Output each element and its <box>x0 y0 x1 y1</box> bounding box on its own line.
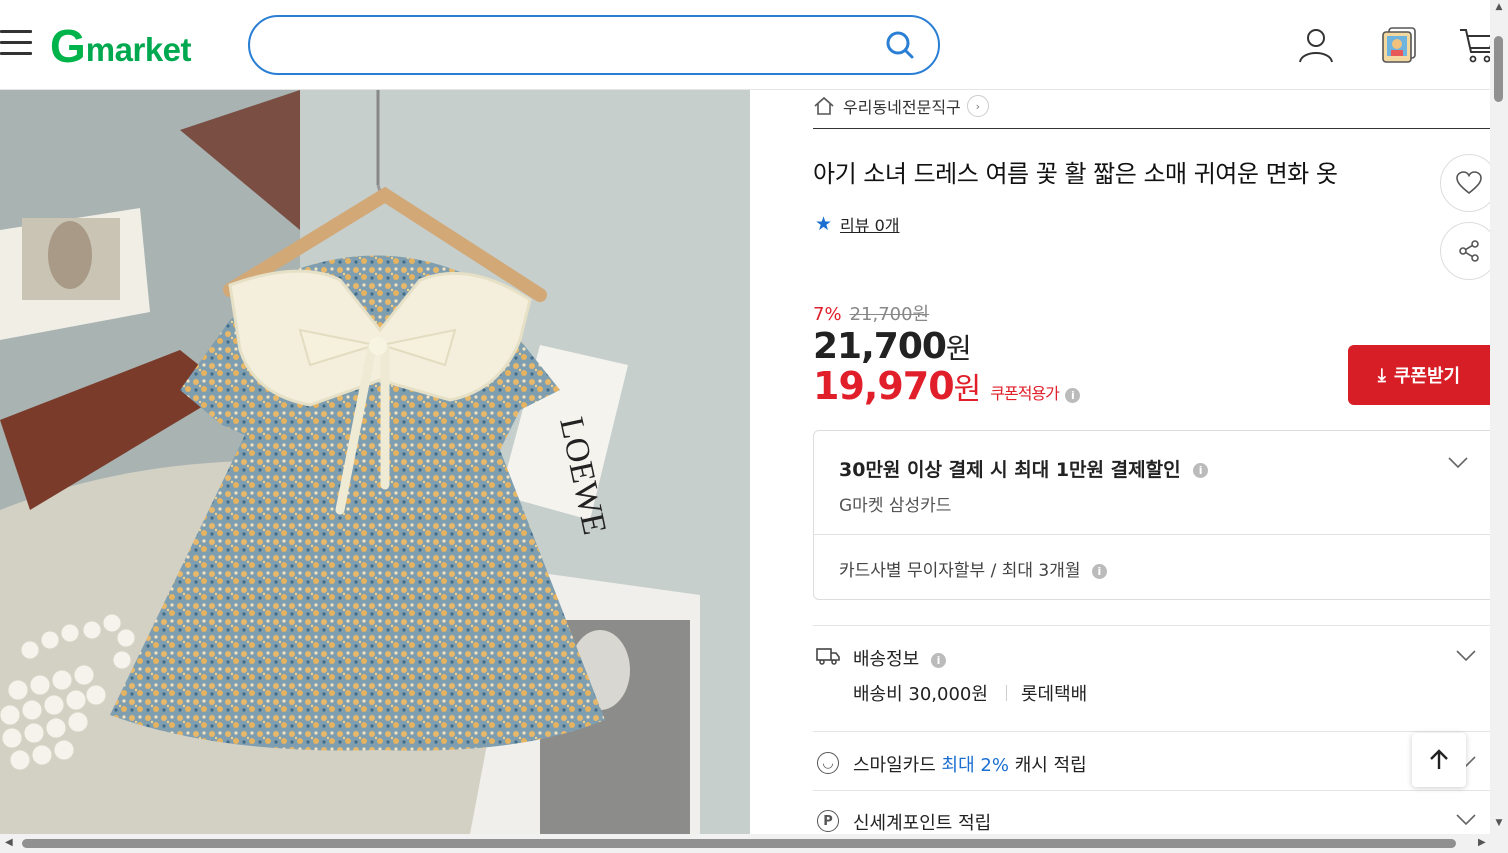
product-image[interactable]: LOEWE <box>0 90 750 834</box>
gmarket-logo[interactable]: G market <box>50 20 192 72</box>
home-icon <box>814 96 834 115</box>
chevron-right-icon[interactable]: › <box>966 95 989 117</box>
point-icon: P <box>817 810 839 832</box>
search-input[interactable] <box>270 27 870 63</box>
chevron-down-icon[interactable] <box>1456 814 1476 826</box>
card-name: G마켓 삼성카드 <box>839 496 952 516</box>
scroll-to-top-button[interactable] <box>1412 733 1466 787</box>
divider <box>813 731 1490 732</box>
recent-view-icon[interactable] <box>1380 26 1418 64</box>
shipping-carrier: 롯데택배 <box>1020 684 1088 705</box>
divider <box>813 128 1490 129</box>
review-count[interactable]: 리뷰 0개 <box>840 212 899 236</box>
sale-price-unit: 원 <box>945 332 972 365</box>
chevron-down-icon[interactable] <box>1456 650 1476 662</box>
user-icon[interactable] <box>1297 26 1335 64</box>
coupon-price: 19,970 원 쿠폰적용가 i <box>813 364 1080 408</box>
coupon-price-unit: 원 <box>953 372 982 407</box>
horizontal-scrollbar[interactable]: ◀ ▶ <box>0 834 1508 853</box>
divider <box>1005 685 1007 701</box>
vertical-scrollbar[interactable]: ▲ ▼ <box>1490 0 1508 834</box>
divider <box>814 534 1491 535</box>
card-benefit-box[interactable]: 30만원 이상 결제 시 최대 1만원 결제할인 i G마켓 삼성카드 카드사별… <box>813 430 1491 600</box>
scroll-left-arrow[interactable]: ◀ <box>5 837 13 848</box>
scroll-up-arrow[interactable]: ▲ <box>1494 2 1504 12</box>
coupon-price-value: 19,970 <box>813 364 955 408</box>
search-box <box>248 15 940 75</box>
product-photo: LOEWE <box>0 90 750 834</box>
info-icon[interactable]: i <box>930 652 946 668</box>
breadcrumb[interactable]: 우리동네전문직구 › <box>813 92 989 120</box>
scroll-right-arrow[interactable]: ▶ <box>1478 837 1486 848</box>
get-coupon-label: 쿠폰받기 <box>1393 366 1461 386</box>
download-icon: ⤓ <box>1377 364 1386 385</box>
sale-price-value: 21,700 <box>813 326 947 367</box>
sale-price: 21,700원 <box>813 326 972 367</box>
search-icon[interactable] <box>884 29 916 61</box>
menu-icon[interactable] <box>0 30 34 56</box>
vertical-scroll-thumb[interactable] <box>1494 36 1503 102</box>
header: G market <box>0 0 1496 90</box>
get-coupon-button[interactable]: ⤓ 쿠폰받기 <box>1348 345 1490 405</box>
card-benefit-title-text: 30만원 이상 결제 시 최대 1만원 결제할인 <box>839 459 1181 481</box>
card-benefit-title: 30만원 이상 결제 시 최대 1만원 결제할인 i <box>839 455 1209 482</box>
star-icon: ★ <box>815 213 833 235</box>
smile-card-icon: ◡ <box>817 752 839 774</box>
coupon-price-tag: 쿠폰적용가 <box>990 384 1060 403</box>
smile-card-highlight: 최대 2% <box>941 755 1009 776</box>
arrow-up-icon <box>1430 749 1448 769</box>
shipping-fee-row: 배송비 30,000원 롯데택배 <box>853 680 1087 706</box>
breadcrumb-store[interactable]: 우리동네전문직구 <box>843 94 961 118</box>
logo-g: G <box>50 20 86 72</box>
info-icon[interactable]: i <box>1064 388 1080 403</box>
installment-info: 카드사별 무이자할부 / 최대 3개월 i <box>839 556 1107 581</box>
divider <box>813 625 1490 626</box>
installment-text: 카드사별 무이자할부 / 최대 3개월 <box>839 561 1081 581</box>
shipping-label-text: 배송정보 <box>853 649 920 670</box>
share-icon <box>1459 240 1479 262</box>
original-price: 21,700원 <box>849 304 930 325</box>
shipping-label: 배송정보 i <box>853 645 946 671</box>
smile-card-suffix: 캐시 적립 <box>1014 755 1087 776</box>
chevron-down-icon[interactable] <box>1448 457 1468 469</box>
smile-card-prefix: 스마일카드 <box>853 755 936 776</box>
shinsegae-point-label: 신세계포인트 적립 <box>853 813 992 834</box>
discount-row: 7% 21,700원 <box>813 300 929 326</box>
review-link[interactable]: ★ 리뷰 0개 <box>815 212 899 236</box>
heart-icon <box>1456 171 1482 195</box>
horizontal-scroll-thumb[interactable] <box>22 839 1456 848</box>
scroll-down-arrow[interactable]: ▼ <box>1494 818 1504 828</box>
product-title: 아기 소녀 드레스 여름 꽃 활 짧은 소매 귀여운 면화 옷 <box>813 160 1338 188</box>
logo-text: market <box>85 31 192 68</box>
discount-rate: 7% <box>813 304 842 325</box>
shipping-fee: 배송비 30,000원 <box>853 684 988 705</box>
divider <box>813 790 1490 791</box>
info-icon[interactable]: i <box>1193 463 1209 478</box>
shinsegae-point-row[interactable]: 신세계포인트 적립 <box>853 809 991 835</box>
smile-card-row[interactable]: 스마일카드 최대 2% 캐시 적립 <box>853 751 1087 777</box>
truck-icon <box>816 648 840 665</box>
info-icon[interactable]: i <box>1091 563 1107 579</box>
